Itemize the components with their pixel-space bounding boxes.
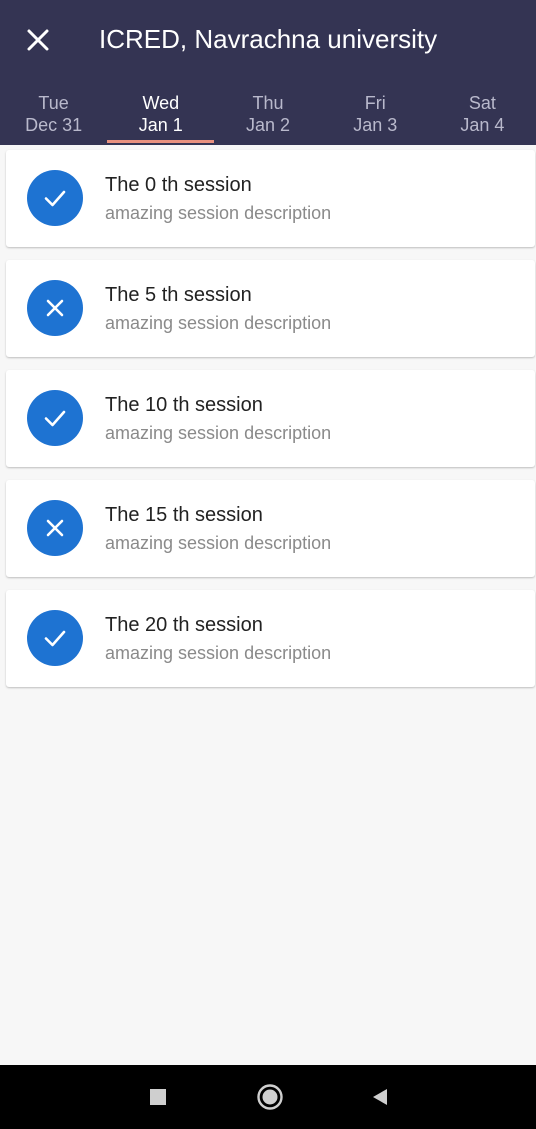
session-title: The 0 th session [105,174,252,196]
tab-thu-jan-2[interactable]: Thu Jan 2 [214,88,321,145]
close-icon [27,29,49,51]
tab-tue-dec-31[interactable]: Tue Dec 31 [0,88,107,145]
session-title: The 5 th session [105,284,252,306]
session-list: The 0 th session amazing session descrip… [6,150,535,700]
close-icon [46,519,64,537]
tab-day: Sat [468,93,496,113]
tab-date: Jan 4 [460,115,505,135]
tab-date: Jan 3 [353,115,398,135]
triangle-back-icon [373,1089,387,1105]
session-card[interactable]: The 15 th session amazing session descri… [6,480,535,577]
app-header: ICRED, Navrachna university Tue Dec 31 W… [0,0,536,145]
check-icon [44,190,66,207]
tab-sat-jan-4[interactable]: Sat Jan 4 [429,88,536,145]
page-title: ICRED, Navrachna university [99,24,438,54]
session-card[interactable]: The 10 th session amazing session descri… [6,370,535,467]
tab-wed-jan-1[interactable]: Wed Jan 1 [107,88,215,145]
status-badge [27,610,83,666]
back-button[interactable] [362,1079,398,1115]
session-description: amazing session description [105,533,332,553]
circle-icon [257,1084,283,1110]
status-badge [27,500,83,556]
tab-date: Jan 2 [245,115,291,135]
date-tabs: Tue Dec 31 Wed Jan 1 Thu Jan 2 Fri Jan 3… [0,88,536,145]
session-title: The 20 th session [105,614,263,636]
tab-day: Fri [364,93,386,113]
session-title: The 10 th session [105,394,263,416]
session-description: amazing session description [105,423,332,443]
close-button[interactable] [20,22,56,58]
status-badge [27,390,83,446]
tab-date: Dec 31 [25,115,83,135]
status-badge [27,280,83,336]
session-description: amazing session description [105,643,332,663]
tab-date: Jan 1 [138,115,183,135]
session-description: amazing session description [105,203,332,223]
session-card[interactable]: The 0 th session amazing session descrip… [6,150,535,247]
close-icon [46,299,64,317]
session-card[interactable]: The 5 th session amazing session descrip… [6,260,535,357]
tab-day: Thu [252,93,284,113]
recents-button[interactable] [140,1079,176,1115]
session-card[interactable]: The 20 th session amazing session descri… [6,590,535,687]
session-title: The 15 th session [105,504,263,526]
home-button[interactable] [252,1079,288,1115]
session-description: amazing session description [105,313,332,333]
square-icon [150,1089,166,1105]
check-icon [44,410,66,427]
tab-day: Tue [38,93,69,113]
status-badge [27,170,83,226]
tab-day: Wed [142,93,180,113]
title-row: ICRED, Navrachna university [0,0,536,78]
system-nav-bar [0,1065,536,1129]
tab-fri-jan-3[interactable]: Fri Jan 3 [322,88,429,145]
check-icon [44,630,66,647]
